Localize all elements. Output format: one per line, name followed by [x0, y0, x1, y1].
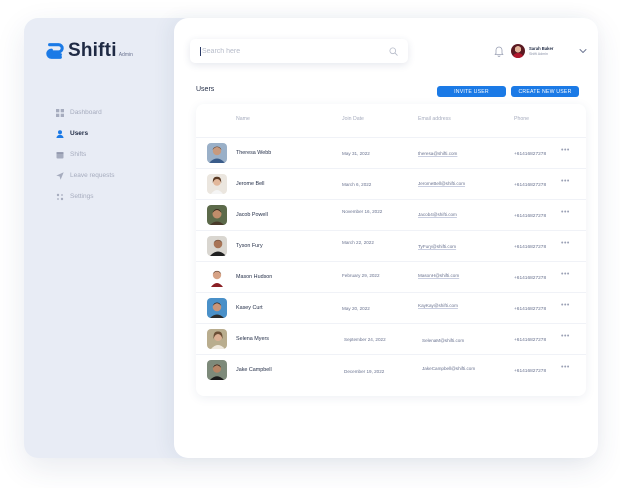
sliders-icon	[56, 193, 64, 201]
more-options-icon[interactable]: •••	[561, 333, 570, 340]
table-row[interactable]: Jake Campbell December 19, 2022 JakeCamp…	[196, 354, 586, 385]
user-name: Jake Campbell	[236, 367, 272, 373]
join-date: September 24, 2022	[344, 337, 386, 342]
user-photo	[207, 329, 227, 349]
email-link[interactable]: JeromeBell@shifti.com	[418, 181, 465, 186]
email-link[interactable]: MasonH@shifti.com	[418, 273, 459, 278]
email-link[interactable]: Jacob4@shifti.com	[418, 212, 457, 217]
user-name: Theresa Webb	[236, 150, 272, 156]
sidebar-item-label: Dashboard	[70, 109, 102, 116]
phone-number: +61416827278	[514, 183, 547, 188]
send-icon	[56, 171, 64, 180]
phone-number: +61416827278	[514, 307, 547, 312]
avatar[interactable]	[511, 44, 525, 58]
phone-number: +61416827278	[514, 276, 547, 281]
text-cursor	[200, 46, 201, 56]
phone-number: +61416827278	[514, 152, 547, 157]
column-header-name: Name	[236, 116, 250, 122]
sidebar-item-leave-requests[interactable]: Leave requests	[56, 165, 114, 186]
more-options-icon[interactable]: •••	[561, 271, 570, 278]
user-name: Jerome Bell	[236, 181, 265, 187]
join-date: March 22, 2022	[342, 240, 374, 245]
main-panel: Sarah Baker Shifti Admin Users INVITE US…	[174, 18, 598, 458]
user-photo	[207, 205, 227, 225]
join-date: December 19, 2022	[344, 369, 385, 374]
current-user-name: Sarah Baker	[529, 46, 554, 51]
table-row[interactable]: Tyson Fury March 22, 2022 TyFury@shifti.…	[196, 230, 586, 261]
more-options-icon[interactable]: •••	[561, 364, 570, 371]
sidebar-nav: Dashboard Users Shifts Leave requests Se…	[56, 102, 114, 207]
user-name: Jacob Powell	[236, 212, 268, 218]
email-link[interactable]: KayKay@shifti.com	[418, 303, 458, 308]
user-name: Mason Hudson	[236, 274, 273, 280]
user-photo	[207, 174, 227, 194]
search-bar[interactable]	[190, 39, 408, 63]
app-window: Shifti Admin Dashboard Users Shifts Leav…	[24, 18, 598, 458]
email-link[interactable]: theresa@shifti.com	[418, 151, 457, 156]
phone-number: +61416827278	[514, 369, 547, 374]
create-new-user-button[interactable]: CREATE NEW USER	[511, 86, 579, 97]
table-row[interactable]: Jacob Powell November 16, 2022 Jacob4@sh…	[196, 199, 586, 230]
page-title: Users	[196, 86, 215, 93]
column-header-email: Email address	[418, 116, 451, 122]
email-link[interactable]: SelenaM@shifti.com	[422, 338, 464, 343]
chevron-down-icon[interactable]	[579, 48, 587, 54]
phone-number: +61416827278	[514, 214, 547, 219]
logo: Shifti Admin	[46, 40, 133, 61]
join-date: May 31, 2022	[342, 151, 370, 156]
sidebar-item-label: Shifts	[70, 151, 87, 158]
sidebar-item-users[interactable]: Users	[56, 123, 114, 144]
table-row[interactable]: Theresa Webb May 31, 2022 theresa@shifti…	[196, 137, 586, 168]
join-date: November 16, 2022	[342, 209, 383, 214]
user-photo	[207, 360, 227, 380]
sidebar: Shifti Admin Dashboard Users Shifts Leav…	[24, 18, 174, 458]
phone-number: +61416827278	[514, 338, 547, 343]
calendar-icon	[56, 151, 64, 159]
phone-number: +61416827278	[514, 245, 547, 250]
users-table: Name Join Date Email address Phone There…	[196, 104, 586, 396]
user-photo	[207, 298, 227, 318]
email-link[interactable]: TyFury@shifti.com	[418, 244, 456, 249]
sidebar-item-settings[interactable]: Settings	[56, 186, 114, 207]
join-date: May 20, 2022	[342, 306, 370, 311]
table-row[interactable]: Mason Hudson February 29, 2022 MasonH@sh…	[196, 261, 586, 292]
sidebar-item-label: Leave requests	[70, 172, 115, 179]
sidebar-item-label: Settings	[70, 193, 94, 200]
user-photo	[207, 143, 227, 163]
sidebar-item-dashboard[interactable]: Dashboard	[56, 102, 114, 123]
email-link[interactable]: JakeCampbell@shifti.com	[422, 366, 475, 371]
more-options-icon[interactable]: •••	[561, 209, 570, 216]
logo-subtitle: Admin	[118, 52, 133, 58]
invite-user-button[interactable]: INVITE USER	[437, 86, 506, 97]
table-row[interactable]: Selena Myers September 24, 2022 SelenaM@…	[196, 323, 586, 354]
column-header-join-date: Join Date	[342, 116, 364, 122]
logo-text: Shifti	[68, 40, 117, 61]
bell-icon[interactable]	[494, 45, 504, 57]
more-options-icon[interactable]: •••	[561, 178, 570, 185]
user-icon	[56, 129, 64, 138]
user-photo	[207, 267, 227, 287]
user-name: Tyson Fury	[236, 243, 263, 249]
current-user-role: Shifti Admin	[529, 52, 548, 56]
more-options-icon[interactable]: •••	[561, 240, 570, 247]
table-row[interactable]: Kasey Curt May 20, 2022 KayKay@shifti.co…	[196, 292, 586, 323]
column-header-phone: Phone	[514, 116, 530, 122]
more-options-icon[interactable]: •••	[561, 147, 570, 154]
sidebar-item-shifts[interactable]: Shifts	[56, 144, 114, 165]
shifti-logo-icon	[46, 43, 64, 59]
user-name: Selena Myers	[236, 336, 269, 342]
user-name: Kasey Curt	[236, 305, 263, 311]
search-icon[interactable]	[389, 46, 398, 56]
grid-icon	[56, 108, 64, 117]
join-date: March 6, 2022	[342, 182, 372, 187]
join-date: February 29, 2022	[342, 273, 380, 278]
more-options-icon[interactable]: •••	[561, 302, 570, 309]
sidebar-item-label: Users	[70, 130, 89, 137]
search-input[interactable]	[202, 47, 389, 55]
table-row[interactable]: Jerome Bell March 6, 2022 JeromeBell@shi…	[196, 168, 586, 199]
user-photo	[207, 236, 227, 256]
